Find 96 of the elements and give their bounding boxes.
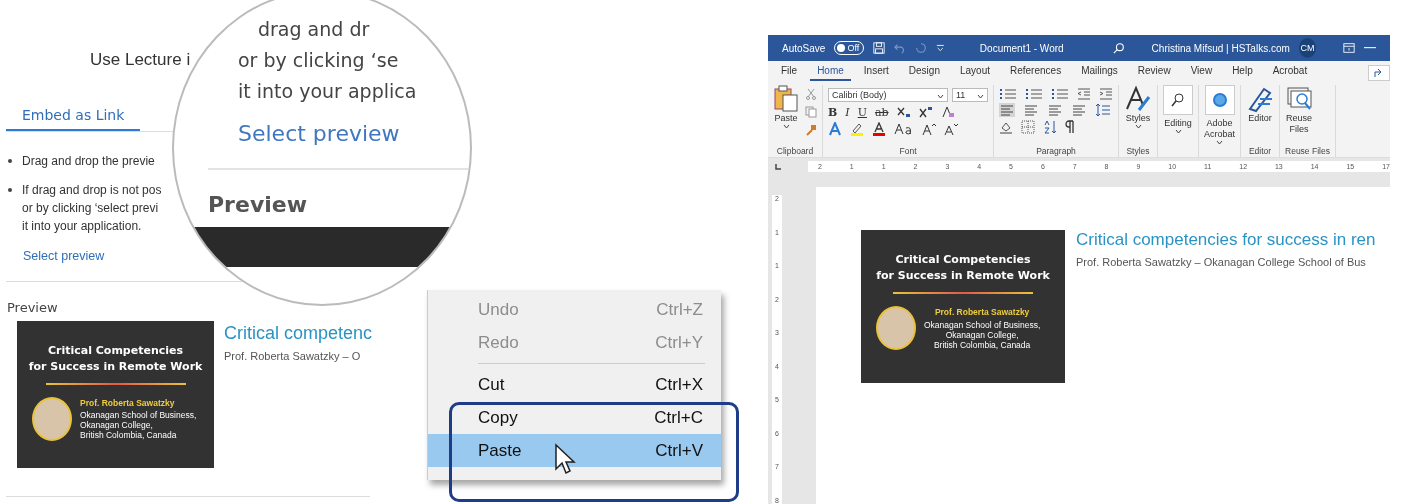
- caret-icon[interactable]: [937, 94, 944, 99]
- ribbon-tab[interactable]: Design: [901, 65, 947, 81]
- bullet-icon: [8, 188, 12, 192]
- format-painter-icon[interactable]: [805, 124, 817, 136]
- group-label: Reuse Files: [1285, 146, 1330, 157]
- shading-icon[interactable]: [999, 120, 1013, 134]
- thumbnail-title: Critical Competencies for Success in Remote Work: [28, 343, 203, 375]
- ribbon-tab[interactable]: Help: [1225, 65, 1260, 81]
- menu-item[interactable]: Cut Ctrl+X: [428, 368, 721, 401]
- lecture-title-link[interactable]: Critical competencies for success in ren: [1076, 230, 1376, 250]
- caret-icon[interactable]: [1134, 124, 1142, 129]
- search-icon: [1170, 92, 1186, 108]
- group-label: Paragraph: [1035, 146, 1077, 157]
- group-label: Clipboard: [775, 146, 815, 157]
- share-icon: [1374, 68, 1384, 78]
- text-effects-icon[interactable]: [828, 122, 842, 136]
- ribbon-tab[interactable]: Acrobat: [1265, 65, 1315, 81]
- customize-caret-icon[interactable]: [936, 43, 945, 53]
- presenter-affiliation: Okanagan School of Business, Okanagan College, British Colombia, Canada: [80, 410, 197, 440]
- presenter-name: Prof. Roberta Sawatzky: [80, 398, 176, 408]
- presenter-name: Prof. Roberta Sawatzky: [933, 306, 1031, 318]
- caret-icon[interactable]: [977, 94, 984, 99]
- lecture-byline: Prof. Roberta Sawatzky – O: [224, 350, 362, 362]
- instruction-text: Drag and drop the previe: [22, 153, 155, 170]
- presenter-affiliation: Okanagan School of Business, Okanagan College, British Colombia, Canada: [924, 319, 1041, 350]
- caret-icon[interactable]: [1174, 129, 1182, 134]
- user-avatar[interactable]: CM: [1298, 38, 1316, 58]
- font-size-dropdown[interactable]: 11: [952, 88, 988, 102]
- menu-item[interactable]: Paste Ctrl+V: [428, 434, 721, 467]
- menu-item[interactable]: Copy Ctrl+C: [428, 401, 721, 434]
- magnified-section-label: Preview: [208, 192, 309, 217]
- grow-font-icon[interactable]: [922, 122, 936, 136]
- thumbnail-title: Critical Competencies for Success in Remote Work: [876, 252, 1050, 284]
- group-label: Styles: [1125, 146, 1151, 157]
- clipboard-icon: [773, 85, 799, 113]
- select-preview-link[interactable]: Select preview: [23, 249, 105, 263]
- superscript-icon[interactable]: [918, 106, 933, 118]
- reuse-files-button[interactable]: Reuse Files: [1285, 85, 1314, 146]
- document-title: Document1 - Word: [979, 42, 1064, 54]
- bold-button[interactable]: B: [828, 105, 838, 119]
- pen-icon: [1246, 85, 1275, 113]
- font-color-icon[interactable]: [872, 122, 886, 136]
- ribbon-tab[interactable]: View: [1183, 65, 1220, 81]
- strikethrough-button[interactable]: ab: [874, 105, 889, 119]
- styles-button[interactable]: Styles: [1124, 85, 1152, 146]
- editing-button[interactable]: Editing: [1163, 85, 1193, 146]
- magnified-select-preview-link[interactable]: Select preview: [238, 121, 400, 146]
- underline-button[interactable]: U: [857, 105, 867, 119]
- pilcrow-icon[interactable]: [1065, 120, 1075, 134]
- ribbon-tab[interactable]: References: [1003, 65, 1069, 81]
- caret-icon[interactable]: [782, 124, 790, 129]
- adobe-acrobat-button[interactable]: Adobe Acrobat: [1204, 85, 1236, 146]
- autosave-label: AutoSave: [782, 42, 826, 54]
- numbering-icon[interactable]: [1025, 88, 1043, 100]
- save-icon[interactable]: [873, 41, 886, 55]
- multilevel-list-icon[interactable]: [1051, 88, 1069, 100]
- group-label: Font: [898, 146, 918, 157]
- highlighter-icon[interactable]: [850, 122, 864, 136]
- clear-formatting-icon[interactable]: [940, 105, 955, 119]
- embed-tab[interactable]: Embed as Link: [6, 103, 141, 131]
- ribbon-tab[interactable]: Layout: [952, 65, 997, 81]
- decrease-indent-icon[interactable]: [1077, 88, 1091, 100]
- page-heading: Use Lecture i: [90, 50, 191, 70]
- ribbon-tab[interactable]: Review: [1130, 65, 1178, 81]
- instruction-text: If drag and drop is not pos or by clicking ‘select previ it into your application.: [22, 182, 162, 235]
- minimize-icon[interactable]: [1364, 47, 1376, 49]
- lecture-title-link[interactable]: Critical competenc: [224, 323, 373, 344]
- change-case-icon[interactable]: [894, 123, 914, 135]
- avatar-photo-placeholder: [32, 397, 72, 441]
- letter-brush-icon: [1124, 85, 1152, 113]
- increase-indent-icon[interactable]: [1099, 88, 1113, 100]
- subscript-icon[interactable]: [896, 106, 911, 118]
- ribbon-tab[interactable]: Home: [810, 65, 851, 81]
- editor-button[interactable]: Editor: [1246, 85, 1275, 146]
- lecture-byline: Prof. Roberta Sawatzky – Okanagan College School of Bus: [1076, 256, 1367, 268]
- italic-button[interactable]: I: [845, 105, 850, 119]
- ribbon-tab[interactable]: Mailings: [1074, 65, 1125, 81]
- user-name: Christina Mifsud | HSTalks.com: [1151, 42, 1290, 54]
- caret-icon[interactable]: [1216, 140, 1223, 145]
- shrink-font-icon[interactable]: [944, 122, 958, 136]
- ribbon-display-icon[interactable]: [1342, 42, 1355, 54]
- paste-button[interactable]: Paste: [773, 85, 799, 146]
- bullets-icon[interactable]: [999, 88, 1017, 100]
- ribbon-tab[interactable]: File: [774, 65, 805, 81]
- bullet-icon: [8, 159, 12, 163]
- sort-icon[interactable]: [1043, 120, 1057, 134]
- search-icon[interactable]: [1112, 41, 1125, 55]
- ribbon-tab[interactable]: Insert: [856, 65, 896, 81]
- avatar-photo-placeholder: [876, 306, 916, 350]
- mouse-pointer-icon: [554, 443, 576, 475]
- group-label: Editor: [1247, 146, 1273, 157]
- section-label: Preview: [7, 300, 59, 315]
- circle-icon: [1211, 92, 1228, 108]
- font-name-dropdown[interactable]: Calibri (Body): [828, 88, 948, 102]
- line-spacing-icon[interactable]: [1095, 103, 1111, 117]
- magnified-instruction-text: drag and dr or by clicking ‘se it into your applica: [238, 17, 418, 104]
